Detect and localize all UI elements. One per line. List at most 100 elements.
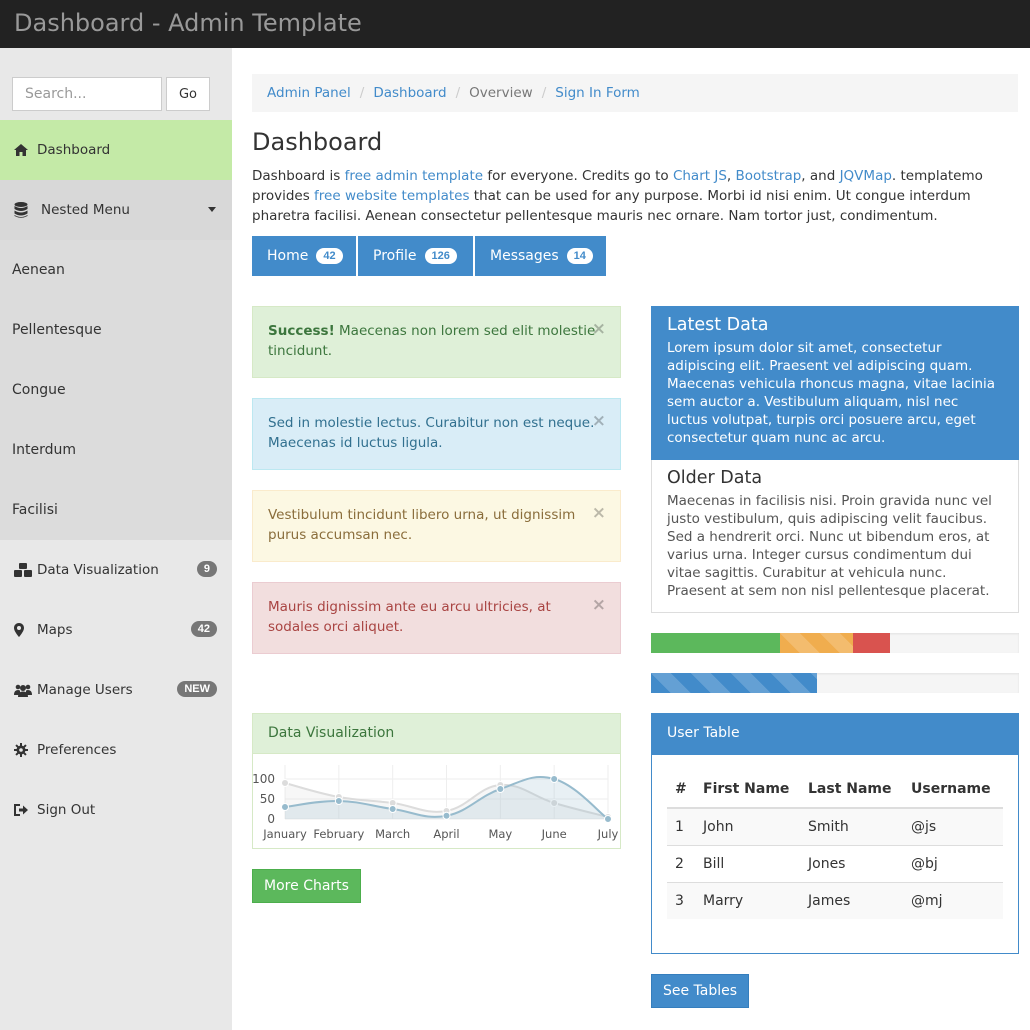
pill-messages[interactable]: Messages 14 (475, 236, 606, 276)
y-tick-label: 100 (253, 772, 275, 786)
x-tick-label: March (375, 827, 410, 841)
sidebar-item-data-visualization[interactable]: Data Visualization 9 (0, 540, 232, 600)
link-free-admin-template[interactable]: free admin template (345, 168, 483, 184)
sidebar-item-nested-menu[interactable]: Nested Menu (0, 180, 232, 240)
intro-text: for everyone. Credits go to (483, 168, 673, 184)
gear-icon (14, 743, 34, 757)
breadcrumb-separator: / (542, 85, 547, 101)
data-point (605, 816, 612, 823)
table-row: 2 Bill Jones @bj (667, 845, 1003, 882)
alert-info: Sed in molestie lectus. Curabitur non es… (252, 398, 621, 470)
user-table: # First Name Last Name Username 1 John S… (667, 770, 1003, 919)
table-cell: Marry (695, 882, 800, 919)
table-row: 3 Marry James @mj (667, 882, 1003, 919)
sidebar-subitem-label: Pellentesque (12, 322, 102, 338)
top-bar: Dashboard - Admin Template (0, 0, 1030, 48)
see-tables-button[interactable]: See Tables (651, 974, 749, 1008)
count-badge: 42 (191, 621, 217, 637)
data-point (443, 812, 450, 819)
sidebar-subitem-interdum[interactable]: Interdum (0, 420, 232, 480)
data-visualization-panel: Data Visualization 050100JanuaryFebruary… (252, 713, 621, 849)
breadcrumb: Admin Panel / Dashboard / Overview / Sig… (252, 74, 1018, 112)
sidebar-item-label: Sign Out (37, 802, 95, 818)
close-icon[interactable]: × (592, 411, 606, 431)
table-row: 1 John Smith @js (667, 808, 1003, 845)
sidebar-item-label: Maps (37, 622, 73, 638)
alert-strong: Success! (268, 323, 335, 339)
search-input[interactable] (12, 77, 162, 111)
sidebar-item-label: Nested Menu (41, 202, 130, 218)
list-item-text: Lorem ipsum dolor sit amet, consectetur … (667, 339, 1003, 447)
cubes-icon (14, 563, 34, 577)
x-tick-label: July (597, 827, 619, 841)
table-cell: Bill (695, 845, 800, 882)
table-cell: @mj (903, 882, 1003, 919)
list-item-heading: Older Data (667, 468, 1003, 488)
intro-text: , (727, 168, 736, 184)
progress-segment (780, 633, 854, 653)
breadcrumb-current: Overview (469, 85, 533, 101)
sidebar-item-maps[interactable]: Maps 42 (0, 600, 232, 660)
alert-warning: Vestibulum tincidunt libero urna, ut dig… (252, 490, 621, 562)
sidebar-subitem-label: Facilisi (12, 502, 58, 518)
y-tick-label: 50 (260, 792, 275, 806)
data-point (497, 786, 504, 793)
data-point (282, 780, 289, 787)
table-cell: James (800, 882, 903, 919)
alert-text: Mauris dignissim ante eu arcu ultricies,… (268, 599, 551, 635)
link-chart-js[interactable]: Chart JS (673, 168, 727, 184)
table-cell: 1 (667, 808, 695, 845)
link-jqvmap[interactable]: JQVMap (840, 168, 892, 184)
sidebar-subitem-facilisi[interactable]: Facilisi (0, 480, 232, 540)
sidebar-subitem-congue[interactable]: Congue (0, 360, 232, 420)
x-tick-label: February (313, 827, 364, 841)
panel-heading: User Table (652, 714, 1018, 755)
breadcrumb-separator: / (360, 85, 365, 101)
y-tick-label: 0 (267, 812, 275, 826)
sidebar-item-preferences[interactable]: Preferences (0, 720, 232, 780)
alert-success: Success! Maecenas non lorem sed elit mol… (252, 306, 621, 378)
breadcrumb-separator: / (456, 85, 461, 101)
breadcrumb-link-admin-panel[interactable]: Admin Panel (267, 85, 351, 101)
sidebar-item-manage-users[interactable]: Manage Users NEW (0, 660, 232, 720)
database-icon (14, 202, 34, 218)
sidebar-subitem-aenean[interactable]: Aenean (0, 240, 232, 300)
close-icon[interactable]: × (592, 319, 606, 339)
table-cell: 2 (667, 845, 695, 882)
data-point (335, 798, 342, 805)
list-item-latest-data[interactable]: Latest Data Lorem ipsum dolor sit amet, … (651, 306, 1019, 460)
pill-home[interactable]: Home 42 (252, 236, 356, 276)
breadcrumb-link-sign-in-form[interactable]: Sign In Form (555, 85, 640, 101)
panel-heading: Data Visualization (253, 714, 620, 754)
table-cell: @bj (903, 845, 1003, 882)
breadcrumb-link-dashboard[interactable]: Dashboard (373, 85, 446, 101)
close-icon[interactable]: × (592, 503, 606, 523)
new-badge: NEW (177, 681, 217, 697)
progress-segment (853, 633, 890, 653)
sidebar-subitem-pellentesque[interactable]: Pellentesque (0, 300, 232, 360)
sidebar-item-label: Dashboard (37, 142, 110, 158)
table-cell: 3 (667, 882, 695, 919)
list-item-older-data[interactable]: Older Data Maecenas in facilisis nisi. P… (651, 460, 1019, 613)
link-free-website-templates[interactable]: free website templates (314, 188, 469, 204)
sidebar-item-label: Manage Users (37, 682, 133, 698)
sidebar-item-dashboard[interactable]: Dashboard (0, 120, 232, 180)
intro-text: Dashboard is (252, 168, 345, 184)
page-title: Dashboard (252, 128, 382, 156)
main-content: Admin Panel / Dashboard / Overview / Sig… (232, 48, 1030, 1030)
sidebar-subitem-label: Aenean (12, 262, 65, 278)
sidebar-item-sign-out[interactable]: Sign Out (0, 780, 232, 840)
intro-paragraph: Dashboard is free admin template for eve… (252, 166, 992, 226)
app-title: Dashboard - Admin Template (14, 9, 362, 37)
link-bootstrap[interactable]: Bootstrap (736, 168, 802, 184)
pill-profile[interactable]: Profile 126 (358, 236, 473, 276)
users-icon (14, 684, 34, 697)
close-icon[interactable]: × (592, 595, 606, 615)
go-button[interactable]: Go (166, 77, 210, 111)
pill-badge: 14 (567, 248, 593, 264)
x-tick-label: May (488, 827, 512, 841)
data-point (282, 804, 289, 811)
more-charts-button[interactable]: More Charts (252, 869, 361, 903)
pill-badge: 126 (425, 248, 457, 264)
count-badge: 9 (197, 561, 217, 577)
